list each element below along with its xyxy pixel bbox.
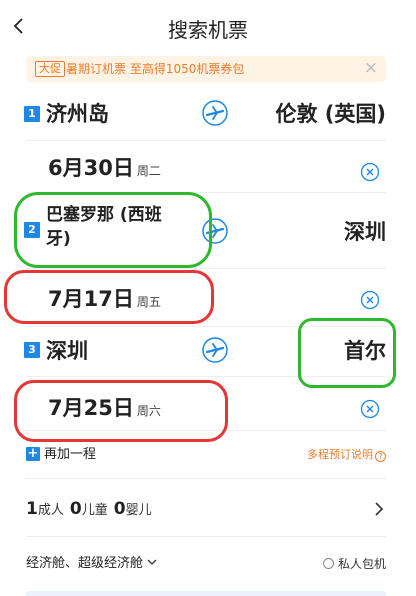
leg-1-weekday: 周二 (136, 164, 161, 178)
chevron-down-icon (147, 559, 157, 565)
leg-2-arrival-city[interactable]: 深圳 (344, 218, 386, 246)
promo-tag: 大促 (35, 61, 65, 77)
divider (26, 536, 386, 537)
page-title: 搜索机票 (168, 18, 248, 42)
close-circle-icon (360, 162, 380, 182)
leg-3-clear-button[interactable] (360, 399, 380, 419)
add-leg-button[interactable]: 再加一程 (44, 446, 96, 463)
leg-1-date[interactable]: 6月30日 周二 (48, 152, 161, 182)
close-icon[interactable]: × (364, 59, 378, 77)
close-circle-icon (360, 399, 380, 419)
multi-leg-help-link[interactable]: 多程预订说明? (307, 447, 386, 462)
annotation-outline-red (4, 270, 214, 324)
plus-icon[interactable]: + (26, 447, 40, 461)
leg-3-number-badge: 3 (24, 342, 40, 358)
leg-1-arrival-city[interactable]: 伦敦 (英国) (275, 100, 386, 128)
private-charter-label: 私人包机 (337, 557, 386, 571)
infant-label: 婴儿 (125, 503, 152, 518)
plane-swap-icon (202, 100, 228, 126)
divider (26, 268, 386, 269)
swap-cities-button[interactable] (200, 335, 230, 365)
leg-1-number-badge: 1 (24, 106, 40, 122)
swap-cities-button[interactable] (200, 98, 230, 128)
radio-button-icon[interactable] (322, 558, 334, 569)
question-icon: ? (375, 451, 386, 462)
leg-3-departure-city[interactable]: 深圳 (46, 337, 88, 365)
leg-1-departure-city[interactable]: 济州岛 (46, 100, 109, 128)
child-count: 0 (69, 499, 82, 519)
annotation-outline-red (14, 380, 228, 442)
infant-count: 0 (113, 499, 126, 519)
leg-2-clear-button[interactable] (360, 290, 380, 310)
annotation-outline-green (298, 318, 396, 388)
plane-swap-icon (202, 337, 228, 363)
cabin-row: 经济舱、超级经济舱 私人包机 (26, 555, 386, 575)
annotation-outline-green (14, 192, 212, 268)
help-link-label: 多程预订说明 (307, 448, 373, 461)
passenger-selector[interactable]: 1成人 0儿童 0婴儿 (26, 497, 386, 521)
divider (26, 140, 386, 141)
add-leg-row: + 再加一程 多程预订说明? (26, 446, 386, 464)
child-label: 儿童 (81, 503, 108, 518)
leg-1-date-value: 6月30日 (48, 156, 134, 180)
adult-label: 成人 (37, 503, 64, 518)
divider (26, 478, 386, 479)
cabin-class-value: 经济舱、超级经济舱 (26, 556, 144, 571)
top-nav-bar: 搜索机票 (0, 0, 416, 56)
passenger-summary: 1成人 0儿童 0婴儿 (26, 499, 158, 519)
promo-banner[interactable]: 大促 暑期订机票 至高得1050机票券包 × (26, 56, 386, 82)
adult-count: 1 (26, 499, 38, 519)
cabin-class-dropdown[interactable]: 经济舱、超级经济舱 (26, 555, 157, 573)
private-charter-option[interactable]: 私人包机 (322, 556, 386, 572)
chevron-right-icon (372, 499, 386, 519)
search-button-area[interactable] (26, 591, 386, 596)
promo-text: 暑期订机票 至高得1050机票券包 (66, 62, 245, 76)
close-circle-icon (360, 290, 380, 310)
leg-1-clear-button[interactable] (360, 162, 380, 182)
